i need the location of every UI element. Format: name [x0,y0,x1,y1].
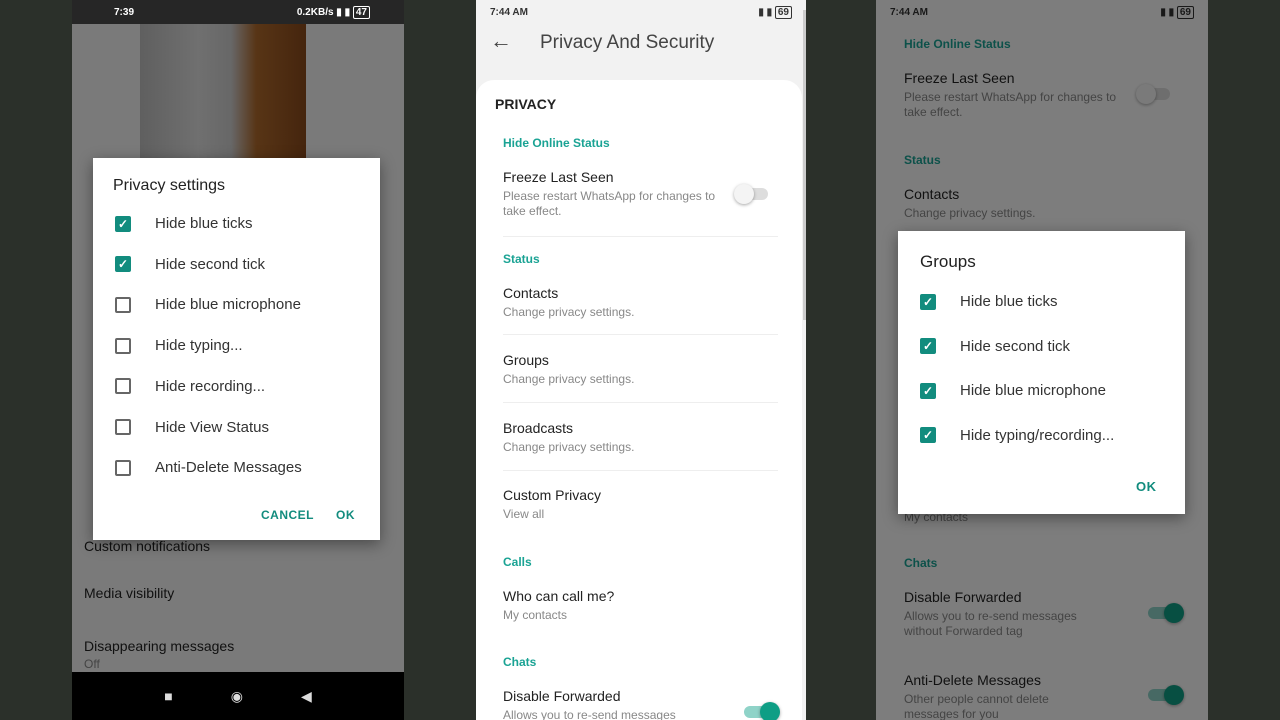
status-bar: 7:39 0.2KB/s ▮ ▮ 47 [72,0,404,24]
ok-button[interactable]: OK [336,508,355,522]
option-label: Anti-Delete Messages [155,459,302,477]
custom-privacy-item[interactable]: Custom Privacy [503,487,601,503]
broadcasts-item[interactable]: Broadcasts [503,420,573,436]
middle-phone: 7:44 AM ▮ ▮ 69 ← Privacy And Security PR… [476,0,806,720]
ok-button[interactable]: OK [1136,479,1157,494]
checkbox-option[interactable]: Anti-Delete Messages [115,459,302,476]
checkbox-option[interactable]: ✓ Hide second tick [115,256,265,273]
page-title: Privacy And Security [540,32,715,53]
option-label: Hide blue microphone [155,296,301,314]
checkbox-option[interactable]: ✓ Hide typing/recording... [920,427,1114,444]
back-icon[interactable]: ◀ [301,688,312,705]
checkbox-option[interactable]: Hide recording... [115,378,265,395]
checkbox-checked-icon[interactable]: ✓ [115,256,131,273]
option-label: Hide blue ticks [960,293,1058,310]
contacts-subtitle: Change privacy settings. [503,305,635,319]
option-label: Hide blue microphone [960,382,1106,399]
scrollbar[interactable] [803,10,806,320]
checkbox-option[interactable]: ✓ Hide blue microphone [920,382,1106,399]
recents-icon[interactable]: ■ [164,688,172,704]
disable-forwarded-subtitle: Allows you to re-send messages [503,708,676,720]
home-icon[interactable]: ◉ [231,688,243,705]
section-hide-online: Hide Online Status [503,136,610,150]
left-phone: Custom notifications Media visibility Di… [72,0,404,720]
section-calls: Calls [503,555,532,569]
checkbox-option[interactable]: ✓ Hide second tick [920,338,1070,355]
dialog-title: Privacy settings [113,177,226,194]
option-label: Hide View Status [155,418,269,436]
who-can-call-subtitle: My contacts [503,608,568,622]
option-label: Hide second tick [155,255,266,273]
network-speed: 0.2KB/s [296,6,334,18]
settings-card: PRIVACY Hide Online Status Freeze Last S… [476,80,802,720]
status-time: 7:44 AM [490,6,528,18]
freeze-toggle[interactable] [734,184,768,204]
groups-item[interactable]: Groups [503,352,549,368]
option-label: Hide recording... [155,377,266,395]
freeze-subtitle: Please restart WhatsApp for changes to t… [503,189,716,218]
battery-icon: 69 [774,5,792,19]
option-label: Hide blue ticks [155,215,253,232]
back-arrow-icon[interactable]: ← [490,28,512,54]
checkbox-unchecked-icon[interactable] [115,378,131,395]
disable-forwarded-item[interactable]: Disable Forwarded [503,688,621,704]
privacy-settings-dialog: Privacy settings ✓ Hide blue ticks ✓ Hide s… [93,158,380,540]
broadcasts-subtitle: Change privacy settings. [503,440,635,454]
checkbox-checked-icon[interactable]: ✓ [920,293,936,310]
checkbox-option[interactable]: ✓ Hide blue ticks [920,293,1058,310]
checkbox-unchecked-icon[interactable] [115,419,131,435]
checkbox-option[interactable]: ✓ Hide blue ticks [115,215,253,232]
checkbox-unchecked-icon[interactable] [115,337,131,354]
cancel-button[interactable]: CANCEL [261,508,314,522]
disable-forwarded-toggle[interactable] [744,702,780,720]
groups-subtitle: Change privacy settings. [503,372,635,386]
contacts-item[interactable]: Contacts [503,285,558,301]
groups-dialog: Groups ✓ Hide blue ticks ✓ Hide second tick… [898,231,1185,514]
status-time: 7:39 [114,6,135,18]
battery-icon: 47 [352,5,370,19]
checkbox-checked-icon[interactable]: ✓ [920,427,936,443]
section-status: Status [503,252,540,266]
option-label: Hide second tick [960,337,1071,355]
who-can-call-item[interactable]: Who can call me? [503,588,614,604]
freeze-last-seen[interactable]: Freeze Last Seen [503,169,614,185]
option-label: Hide typing/recording... [960,426,1115,444]
privacy-heading: PRIVACY [495,96,557,112]
checkbox-checked-icon[interactable]: ✓ [920,338,936,354]
custom-privacy-subtitle: View all [503,507,545,521]
navigation-bar: ■ ◉ ◀ [72,672,404,720]
checkbox-checked-icon[interactable]: ✓ [920,382,936,399]
section-chats: Chats [503,655,537,669]
dialog-title: Groups [920,252,976,271]
right-phone: 7:44 AM ▮ ▮ 69 Hide Online Status Freeze… [876,0,1208,720]
checkbox-checked-icon[interactable]: ✓ [115,215,131,232]
option-label: Hide typing... [155,337,243,355]
status-bar: 7:44 AM ▮ ▮ 69 [476,0,806,24]
checkbox-option[interactable]: Hide View Status [115,419,269,436]
checkbox-unchecked-icon[interactable] [115,459,131,476]
checkbox-option[interactable]: Hide blue microphone [115,296,301,313]
checkbox-unchecked-icon[interactable] [115,296,131,313]
checkbox-option[interactable]: Hide typing... [115,337,243,354]
